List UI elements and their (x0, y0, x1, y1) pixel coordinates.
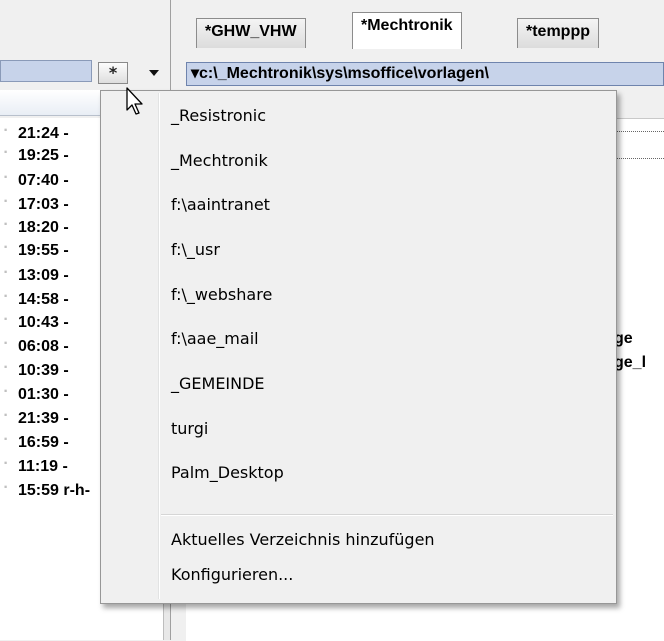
menu-item-webshare[interactable]: f:\_webshare (171, 280, 601, 310)
file-time: 18:20 - (18, 219, 69, 236)
menu-item-gemeinde[interactable]: _GEMEINDE (171, 369, 601, 399)
file-time: 10:43 - (18, 314, 69, 331)
directory-hotlist-button[interactable]: * (98, 62, 128, 84)
tab-temppp[interactable]: *temppp (517, 18, 599, 48)
menu-item-resistronic[interactable]: _Resistronic (171, 101, 601, 131)
file-time: 21:24 - (18, 125, 69, 142)
file-time: 16:59 - (18, 434, 69, 451)
file-time: 19:55 - (18, 242, 69, 259)
history-dropdown-button[interactable] (140, 62, 168, 84)
menu-separator (161, 514, 613, 516)
file-time: 06:08 - (18, 338, 69, 355)
file-time: 19:25 - (18, 147, 69, 164)
menu-item-add-current-directory[interactable]: Aktuelles Verzeichnis hinzufügen (171, 525, 601, 555)
menu-item-usr[interactable]: f:\_usr (171, 235, 601, 265)
file-time: 14:58 - (18, 291, 69, 308)
file-name-fragment[interactable]: ge_l (614, 354, 646, 372)
tab-ghw-vhw[interactable]: *GHW_VHW (196, 18, 306, 48)
triangle-down-icon (149, 70, 159, 76)
mouse-pointer-icon (126, 87, 143, 115)
menu-item-mechtronik[interactable]: _Mechtronik (171, 146, 601, 176)
file-time: 21:39 - (18, 410, 69, 427)
menu-item-palm-desktop[interactable]: Palm_Desktop (171, 458, 601, 488)
file-time: 10:39 - (18, 362, 69, 379)
file-time: 17:03 - (18, 196, 69, 213)
file-time: 15:59 r-h- (18, 482, 91, 499)
file-time: 01:30 - (18, 386, 69, 403)
tab-mechtronik[interactable]: *Mechtronik (352, 12, 462, 49)
menu-item-aaintranet[interactable]: f:\aaintranet (171, 190, 601, 220)
file-time: 07:40 - (18, 172, 69, 189)
left-path-bar[interactable] (0, 60, 92, 82)
menu-item-aae-mail[interactable]: f:\aae_mail (171, 324, 601, 354)
file-time: 11:19 - (18, 458, 68, 475)
menu-item-configure[interactable]: Konfigurieren... (171, 560, 601, 590)
hotlist-dropdown-menu: _Resistronic _Mechtronik f:\aaintranet f… (100, 90, 617, 604)
right-path-bar[interactable]: ▾c:\_Mechtronik\sys\msoffice\vorlagen\ (186, 62, 664, 86)
file-time: 13:09 - (18, 267, 69, 284)
menu-icon-gutter (158, 93, 160, 599)
menu-item-turgi[interactable]: turgi (171, 414, 601, 444)
